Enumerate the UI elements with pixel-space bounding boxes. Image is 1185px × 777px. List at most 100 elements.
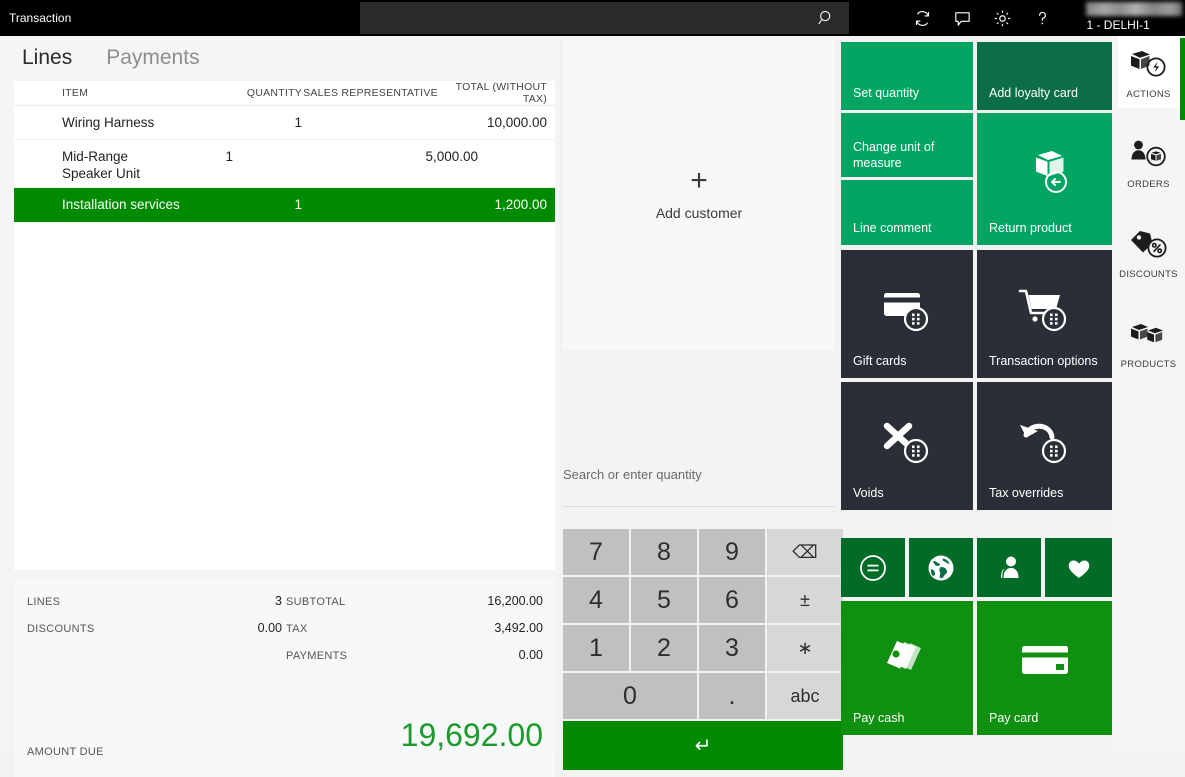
tab-lines[interactable]: Lines — [22, 46, 72, 70]
add-customer-button[interactable]: + Add customer — [563, 40, 835, 350]
user-name-redacted — [1086, 2, 1182, 16]
rail-label: ACTIONS — [1126, 89, 1170, 108]
abc-button[interactable]: abc — [767, 673, 843, 719]
table-row[interactable]: Wiring Harness 1 10,000.00 — [14, 106, 555, 140]
key-2[interactable]: 2 — [631, 625, 697, 671]
tile-label: Pay card — [989, 710, 1038, 726]
transaction-left-panel: Lines Payments ITEM QUANTITY SALES REPRE… — [0, 36, 559, 752]
rail-label: ORDERS — [1127, 179, 1169, 198]
key-9[interactable]: 9 — [699, 529, 765, 575]
tile-pay-card[interactable]: Pay card — [977, 601, 1112, 735]
tile-pay-cash[interactable]: Pay cash — [841, 601, 973, 735]
key-7[interactable]: 7 — [563, 529, 629, 575]
cell-total: 1,200.00 — [439, 196, 555, 213]
credit-card-icon — [1017, 639, 1073, 681]
tile-add-loyalty-card[interactable]: Add loyalty card — [977, 42, 1112, 110]
column-header-item: ITEM — [14, 87, 243, 99]
lines-label: LINES — [27, 596, 60, 608]
tile-label: Voids — [853, 485, 884, 501]
key-0[interactable]: 0 — [563, 673, 697, 719]
tile-set-quantity[interactable]: Set quantity — [841, 42, 973, 110]
tile-transaction-options[interactable]: Transaction options — [977, 250, 1112, 378]
key-8[interactable]: 8 — [631, 529, 697, 575]
top-bar-icon-group — [902, 0, 1062, 36]
table-header-row: ITEM QUANTITY SALES REPRESENTATIVE TOTAL… — [14, 81, 555, 106]
gift-card-icon — [878, 283, 936, 335]
key-decimal[interactable]: . — [699, 673, 765, 719]
cell-quantity: 1 — [174, 148, 233, 165]
transaction-tabs: Lines Payments — [0, 36, 559, 70]
table-row[interactable]: Installation services 1 1,200.00 — [14, 188, 555, 222]
window-title: Transaction — [0, 11, 355, 25]
global-search-input[interactable] — [360, 2, 850, 34]
key-1[interactable]: 1 — [563, 625, 629, 671]
gear-icon[interactable] — [982, 0, 1022, 36]
tile-return-product[interactable]: Return product — [977, 113, 1112, 245]
help-icon[interactable] — [1022, 0, 1062, 36]
undo-arrow-icon — [1016, 415, 1074, 467]
tile-voids[interactable]: Voids — [841, 382, 973, 510]
enter-button[interactable]: ↵ — [563, 721, 843, 770]
tile-change-unit-of-measure[interactable]: Change unit of measure — [841, 113, 973, 177]
search-icon[interactable] — [818, 10, 835, 27]
tile-label: Set quantity — [853, 85, 919, 101]
tile-label: Gift cards — [853, 353, 907, 369]
rail-item-products[interactable]: PRODUCTS — [1118, 306, 1180, 378]
key-3[interactable]: 3 — [699, 625, 765, 671]
cell-quantity: 1 — [243, 114, 302, 131]
return-product-icon — [1018, 149, 1072, 199]
rail-item-orders[interactable]: ORDERS — [1118, 126, 1180, 198]
tile-label: Pay cash — [853, 710, 904, 726]
tile-label: Transaction options — [989, 353, 1098, 369]
tax-label: TAX — [286, 623, 307, 635]
tab-payments[interactable]: Payments — [106, 46, 199, 70]
action-tiles-panel: Set quantity Add loyalty card Change uni… — [841, 42, 1112, 752]
amount-due-label: AMOUNT DUE — [27, 746, 104, 758]
tile-gift-cards[interactable]: Gift cards — [841, 250, 973, 378]
plus-minus-button[interactable]: ± — [767, 577, 843, 623]
user-account[interactable]: 1 - DELHI-1 — [1086, 0, 1185, 36]
key-4[interactable]: 4 — [563, 577, 629, 623]
table-row[interactable]: Mid-Range Speaker Unit 1 5,000.00 — [14, 140, 555, 188]
tile-label: Add loyalty card — [989, 85, 1078, 101]
tile-line-comment[interactable]: Line comment — [841, 180, 973, 245]
tile-label: Return product — [989, 220, 1072, 236]
key-6[interactable]: 6 — [699, 577, 765, 623]
payments-value: 0.00 — [383, 648, 543, 662]
center-panel: + Add customer Search or enter quantity … — [563, 40, 835, 752]
tile-label: Change unit of measure — [853, 139, 963, 171]
cart-options-icon — [1016, 283, 1074, 335]
cell-quantity: 1 — [243, 196, 302, 213]
column-header-sales-representative: SALES REPRESENTATIVE — [302, 87, 439, 99]
subtotal-value: 16,200.00 — [383, 594, 543, 608]
tile-person[interactable] — [977, 538, 1041, 597]
cash-icon — [880, 636, 934, 684]
quantity-search-field[interactable]: Search or enter quantity — [563, 395, 835, 507]
payments-label: PAYMENTS — [286, 650, 347, 662]
tile-equals[interactable] — [841, 538, 905, 597]
transaction-lines-table: ITEM QUANTITY SALES REPRESENTATIVE TOTAL… — [14, 81, 555, 570]
chat-icon[interactable] — [942, 0, 982, 36]
rail-item-actions[interactable]: ACTIONS — [1118, 36, 1180, 108]
backspace-icon[interactable]: ⌫ — [767, 529, 843, 575]
lines-value: 3 — [194, 594, 282, 608]
tile-tax-overrides[interactable]: Tax overrides — [977, 382, 1112, 510]
cell-total: 10,000.00 — [439, 114, 555, 131]
refresh-icon[interactable] — [902, 0, 942, 36]
add-customer-label: Add customer — [656, 205, 742, 221]
subtotal-label: SUBTOTAL — [286, 596, 345, 608]
asterisk-button[interactable]: ∗ — [767, 625, 843, 671]
rail-item-discounts[interactable]: DISCOUNTS — [1118, 216, 1180, 288]
tile-favorites[interactable] — [1045, 538, 1112, 597]
tile-label: Line comment — [853, 220, 932, 236]
amount-due-value: 19,692.00 — [401, 717, 543, 754]
cell-total: 5,000.00 — [370, 148, 486, 165]
top-bar: Transaction — [0, 0, 1185, 36]
heart-icon — [1063, 552, 1095, 584]
column-header-total: TOTAL (WITHOUT TAX) — [439, 81, 555, 105]
equals-circle-icon — [857, 552, 889, 584]
tile-globe[interactable] — [909, 538, 973, 597]
rail-label: DISCOUNTS — [1119, 269, 1178, 288]
key-5[interactable]: 5 — [631, 577, 697, 623]
cell-item: Wiring Harness — [14, 114, 243, 131]
